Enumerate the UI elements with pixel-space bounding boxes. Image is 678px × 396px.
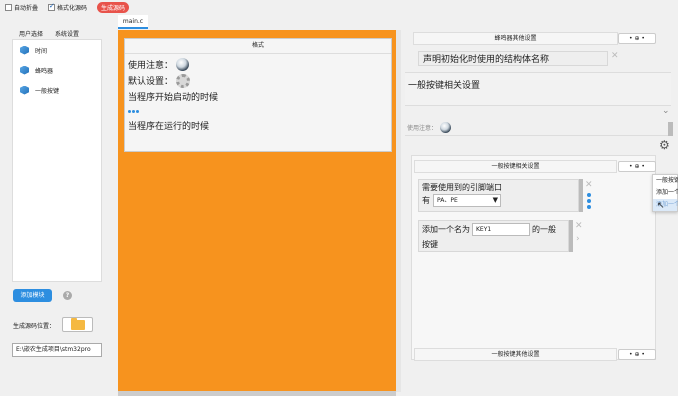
module-item-label: 一般按键 bbox=[35, 87, 60, 95]
key-name-input[interactable]: KEY1 bbox=[472, 223, 530, 236]
mouse-cursor-icon: ↖ bbox=[657, 201, 665, 211]
penguin-icon[interactable] bbox=[440, 122, 452, 133]
line-use-note: 使用注意： bbox=[128, 56, 388, 72]
key-section-header: 一般按键相关设置 bbox=[405, 72, 671, 106]
add-key-card: 添加一个名为 KEY1 的一般 按键 bbox=[418, 220, 569, 252]
buzzer-other-button[interactable]: • ⊕ • bbox=[618, 33, 656, 44]
dropdown-arrow-icon: ▼ bbox=[492, 196, 498, 204]
choose-folder-button[interactable] bbox=[62, 317, 93, 332]
format-card-title: 格式 bbox=[125, 39, 391, 54]
pins-card-handle[interactable] bbox=[579, 179, 583, 212]
key-use-note-label: 使用注意： bbox=[407, 125, 438, 132]
penguin-icon[interactable] bbox=[176, 57, 190, 71]
pins-select-value: PA、PE bbox=[437, 197, 458, 204]
more-dots-icon[interactable] bbox=[128, 109, 139, 113]
line-on-start: 当程序开始启动的时候 bbox=[128, 93, 219, 103]
generate-code-button[interactable]: 生成源码 bbox=[97, 2, 130, 13]
cube-icon bbox=[20, 45, 29, 55]
menu-item-key[interactable]: 一般按键 bbox=[653, 175, 678, 187]
key-settings-button[interactable]: • ⊕ • bbox=[618, 161, 656, 172]
add-module-button[interactable]: 添加模块 bbox=[13, 289, 52, 302]
cube-icon bbox=[20, 65, 29, 75]
pins-card: 需要使用到的引脚端口 有 PA、PE ▼ bbox=[418, 179, 579, 212]
struct-decl-label: 声明初始化时使用的结构体名称 bbox=[423, 55, 550, 65]
auto-fold-label: 自动折叠 bbox=[14, 5, 39, 12]
panel-splitter[interactable] bbox=[396, 30, 401, 392]
context-menu: 一般按键 添加一个 添加一个 bbox=[652, 174, 678, 212]
right-vscrollbar[interactable] bbox=[668, 122, 673, 136]
struct-decl-row: 声明初始化时使用的结构体名称 bbox=[418, 51, 608, 66]
module-item-buzzer[interactable]: 蜂鸣器 bbox=[13, 60, 101, 80]
default-settings-label: 默认设置： bbox=[128, 77, 174, 87]
folder-icon bbox=[70, 317, 85, 330]
output-path-field[interactable]: E:\嵌农生成项目\stm32pro bbox=[12, 343, 102, 357]
gen-location-label: 生成源码位置： bbox=[13, 323, 56, 330]
module-item-time[interactable]: 时间 bbox=[13, 40, 101, 60]
module-item-label: 蜂鸣器 bbox=[35, 67, 54, 75]
module-item-label: 时间 bbox=[35, 47, 48, 55]
key-other-bar: 一般按键其他设置 bbox=[414, 348, 617, 361]
format-code-label: 格式化源码 bbox=[57, 5, 88, 12]
auto-fold-checkbox[interactable]: 自动折叠 bbox=[5, 3, 38, 12]
format-code-checkbox[interactable]: 格式化源码 bbox=[48, 2, 88, 12]
pins-select[interactable]: PA、PE ▼ bbox=[433, 194, 501, 207]
pins-label: 需要使用到的引脚端口 bbox=[422, 183, 502, 192]
settings-gear-icon[interactable] bbox=[176, 73, 191, 88]
line-on-running: 当程序在运行的时候 bbox=[128, 122, 210, 132]
format-card: 格式 使用注意： 默认设置： 当程序开始启动的时候 当程序在运行的时候 bbox=[124, 38, 392, 152]
module-list: 时间 蜂鸣器 一般按键 bbox=[12, 39, 102, 282]
add-key-line2: 按键 bbox=[422, 240, 438, 249]
vertical-dots-icon[interactable] bbox=[587, 193, 591, 209]
module-item-key[interactable]: 一般按键 bbox=[13, 80, 101, 100]
menu-item-add-1[interactable]: 添加一个 bbox=[653, 187, 678, 199]
key-section-title: 一般按键相关设置 bbox=[408, 81, 481, 91]
close-icon[interactable]: ✕ bbox=[611, 52, 619, 61]
gear-icon[interactable]: ⚙ bbox=[659, 138, 670, 152]
chevron-right-icon[interactable]: › bbox=[576, 234, 580, 244]
help-icon[interactable]: ? bbox=[63, 291, 72, 300]
use-note-label: 使用注意： bbox=[128, 60, 174, 71]
buzzer-other-bar: 蜂鸣器其他设置 bbox=[413, 32, 618, 45]
close-icon[interactable]: ✕ bbox=[585, 181, 593, 190]
line-default-settings: 默认设置： bbox=[128, 72, 388, 89]
divider bbox=[405, 135, 671, 136]
chevron-down-icon[interactable]: ⌄ bbox=[662, 106, 670, 116]
add-key-suffix: 的一般 bbox=[532, 225, 556, 234]
key-other-button[interactable]: • ⊕ • bbox=[618, 349, 656, 360]
line-more bbox=[128, 104, 388, 118]
cube-icon bbox=[20, 85, 29, 95]
key-settings-bar: 一般按键相关设置 bbox=[414, 160, 617, 173]
add-key-prefix: 添加一个名为 bbox=[422, 225, 470, 234]
key-use-note: 使用注意： bbox=[407, 122, 452, 133]
add-key-card-handle[interactable] bbox=[569, 220, 573, 252]
auto-fold-box[interactable] bbox=[5, 4, 12, 11]
file-tab-main[interactable]: main.c bbox=[118, 15, 148, 29]
format-code-box[interactable] bbox=[48, 2, 55, 11]
pins-label-2: 有 bbox=[422, 196, 430, 205]
editor-hscrollbar[interactable] bbox=[118, 391, 396, 396]
close-icon[interactable]: ✕ bbox=[575, 222, 583, 231]
